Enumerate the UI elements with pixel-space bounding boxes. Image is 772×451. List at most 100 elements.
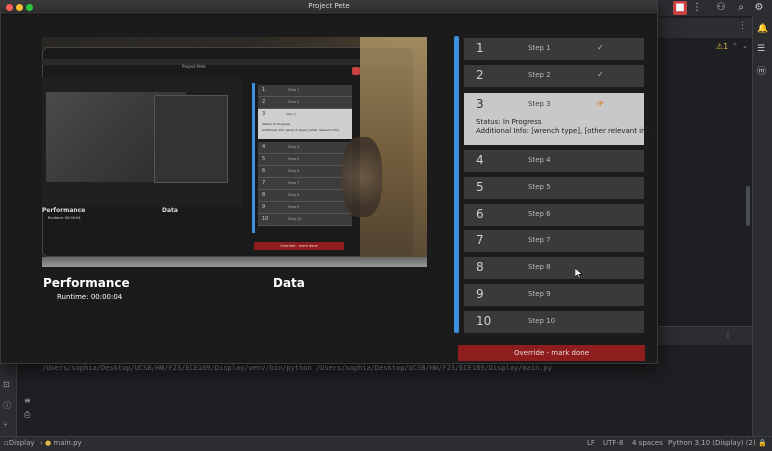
photo-keyboard-edge	[42, 257, 427, 267]
step-info-text: Additional Info: [wrench type], [other r…	[476, 127, 656, 135]
notifications-icon[interactable]: 🔔	[757, 24, 768, 34]
step-item[interactable]: 5 Step 5	[464, 177, 644, 199]
step-item[interactable]: 7 Step 7	[464, 230, 644, 252]
step-item[interactable]: 4 Step 4	[464, 150, 644, 172]
photo-step-label: Step 4	[288, 145, 300, 149]
photo-performance-label: Performance	[42, 207, 86, 214]
settings-gear-icon[interactable]: ⚙	[752, 1, 766, 15]
step-status-text: Status: In Progress	[476, 118, 542, 126]
step-number: 7	[476, 233, 484, 247]
step-item[interactable]: 9 Step 9	[464, 284, 644, 306]
step-number: 8	[476, 260, 484, 274]
ide-right-toolbar: ■ ⋮ ⚇ ⌕ ⚙	[658, 0, 772, 16]
step-item[interactable]: 2 Step 2 ✓	[464, 65, 644, 87]
photo-step-item: 9 Step 9	[258, 202, 352, 214]
window-titlebar[interactable]: Project Pete	[1, 1, 657, 15]
add-user-icon[interactable]: ⚇	[714, 1, 728, 15]
print-icon[interactable]: ⎙	[24, 410, 30, 420]
git-icon[interactable]: ⑂	[3, 420, 8, 429]
photo-step-number: 3	[262, 111, 266, 117]
window-title: Project Pete	[308, 2, 350, 10]
python-interpreter[interactable]: Python 3.10 (Display) (2)	[668, 439, 756, 447]
photo-runtime-label: Runtime: 00:00:04	[48, 216, 81, 220]
photo-step-number: 4	[262, 144, 266, 150]
editor-scrollbar[interactable]	[746, 186, 750, 226]
step-label: Step 10	[528, 317, 556, 325]
step-number: 10	[476, 314, 492, 328]
ide-editor-area[interactable]: ⚠1 ⌃ ⌄	[658, 38, 752, 328]
step-label: Step 6	[528, 210, 551, 218]
step-number: 2	[476, 68, 484, 82]
problems-icon[interactable]: ⓘ	[3, 400, 11, 411]
step-label: Step 3	[528, 100, 551, 108]
step-label: Step 9	[528, 290, 551, 298]
stop-icon[interactable]: ■	[673, 1, 687, 15]
photo-step-number: 10	[262, 216, 269, 222]
lock-icon[interactable]: 🔒	[758, 439, 767, 447]
photo-step-label: Step 10	[288, 217, 302, 221]
terminal-icon[interactable]: ⊡	[3, 380, 10, 389]
project-breadcrumb[interactable]: ▫Display	[4, 439, 35, 447]
search-icon[interactable]: ⌕	[734, 1, 748, 15]
runtime-value: Runtime: 00:00:04	[57, 293, 123, 301]
run-panel-options-icon[interactable]: ⋮	[724, 330, 732, 339]
step-label: Step 2	[528, 71, 551, 79]
photo-step-bar	[252, 83, 255, 233]
photo-step-item: 7 Step 7	[258, 178, 352, 190]
indent-setting[interactable]: 4 spaces	[632, 439, 663, 447]
step-item[interactable]: 6 Step 6	[464, 204, 644, 226]
step-item-current[interactable]: 3 Step 3 IP Status: In Progress Addition…	[464, 93, 655, 145]
ide-status-bar: ▫Display › ● main.py LF UTF-8 4 spaces P…	[0, 436, 772, 451]
step-number: 5	[476, 180, 484, 194]
database-icon[interactable]: ☰	[757, 44, 765, 54]
console-command-line: /Users/sophia/Desktop/UCSB/HW/F23/ECE189…	[42, 364, 552, 372]
step-number: 1	[476, 41, 484, 55]
photo-step-number: 5	[262, 156, 266, 162]
step-number: 6	[476, 207, 484, 221]
photo-step-item: 8 Step 8	[258, 190, 352, 202]
plugin-icon[interactable]: ⓜ	[757, 64, 766, 77]
photo-data-label: Data	[162, 207, 178, 214]
data-title: Data	[273, 276, 305, 290]
chevron-down-icon[interactable]: ⌄	[742, 42, 748, 50]
step-item[interactable]: 1 Step 1 ✓	[464, 38, 644, 60]
photo-step-label: Step 5	[288, 157, 300, 161]
photo-step-label: Step 7	[288, 181, 300, 185]
photo-step-item: 10 Step 10	[258, 214, 352, 226]
photo-override-button: Override - mark done	[254, 242, 344, 250]
soft-wrap-icon[interactable]: ≡	[24, 396, 31, 405]
photo-step-number: 6	[262, 168, 266, 174]
step-label: Step 7	[528, 236, 551, 244]
step-check-icon: ✓	[597, 70, 604, 79]
step-number: 3	[476, 97, 484, 111]
step-item[interactable]: 10 Step 10	[464, 311, 644, 333]
file-breadcrumb[interactable]: › ● main.py	[40, 439, 82, 447]
photo-step-number: 1	[262, 87, 266, 93]
tab-options-icon[interactable]: ⋮	[738, 21, 747, 31]
chevron-up-icon[interactable]: ⌃	[732, 42, 738, 50]
mouse-cursor-icon	[575, 268, 583, 278]
warning-icon[interactable]: ⚠1	[716, 42, 728, 51]
photo-menubar	[42, 59, 412, 65]
photo-nested-steps	[154, 95, 228, 183]
photo-step-status: Status: In Progress	[262, 122, 291, 126]
photo-step-item: 4 Step 4	[258, 142, 352, 154]
line-ending[interactable]: LF	[587, 439, 595, 447]
photo-hand	[342, 137, 382, 217]
step-number: 4	[476, 153, 484, 167]
file-name: main.py	[53, 439, 82, 447]
photo-stop-icon	[352, 67, 360, 75]
override-mark-done-button[interactable]: Override - mark done	[458, 345, 645, 361]
run-panel-header: ⋮	[658, 326, 752, 345]
ide-right-tool-strip: 🔔 ☰ ⓜ	[752, 16, 772, 436]
photo-step-item: 1 Step 1	[258, 85, 352, 97]
photo-step-label: Step 2	[288, 100, 300, 104]
more-options-icon[interactable]: ⋮	[690, 1, 704, 15]
step-check-icon: ✓	[597, 43, 604, 52]
photo-window-title: Project Pete	[182, 64, 206, 69]
photo-step-item: 5 Step 5	[258, 154, 352, 166]
photo-step-label: Step 1	[288, 88, 300, 92]
step-item[interactable]: 8 Step 8	[464, 257, 644, 279]
in-progress-badge: IP	[597, 100, 604, 108]
file-encoding[interactable]: UTF-8	[603, 439, 623, 447]
